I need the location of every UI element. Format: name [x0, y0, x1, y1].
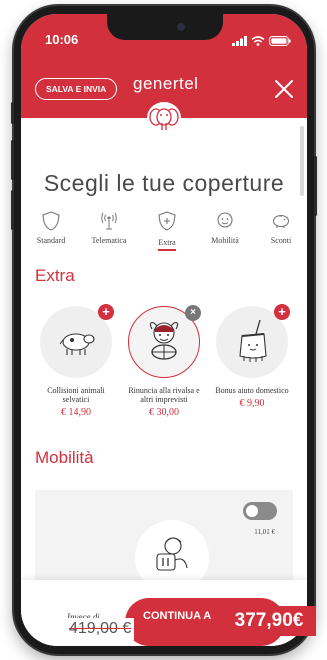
card-name: Rinuncia alla rivalsa e altri imprevisti: [128, 386, 200, 404]
card-price: € 14,90: [61, 407, 91, 418]
card-name: Bonus aiuto domestico: [215, 386, 289, 395]
card-image: ×: [128, 305, 201, 378]
wifi-icon: [251, 33, 265, 51]
antenna-icon: [98, 210, 120, 232]
add-badge[interactable]: +: [274, 304, 290, 320]
page-title: Scegli le tue coperture: [43, 170, 285, 196]
mute-switch: [11, 102, 14, 124]
app-screen: 10:06 SALVA E INVIA genertel Scegli le t…: [21, 14, 307, 646]
status-icons: [232, 33, 291, 51]
tab-standard[interactable]: Standard: [23, 210, 79, 245]
driver-icon: [144, 319, 184, 368]
card-name: Collisioni animali selvatici: [47, 386, 105, 404]
card-price: € 30,00: [149, 407, 179, 418]
extra-section-title: Extra: [35, 266, 75, 285]
camera-icon: [177, 23, 185, 31]
toggle-knob: [246, 505, 258, 517]
status-time: 10:06: [45, 32, 79, 47]
mobility-section-title: Mobilità: [35, 448, 94, 467]
card-price: € 9,90: [239, 398, 265, 409]
card-image: +: [40, 304, 114, 378]
card-image: +: [216, 304, 290, 378]
elephant-mascot-icon: [147, 102, 181, 134]
tab-label: Extra: [158, 238, 176, 251]
extra-card-collisioni[interactable]: + Collisioni animali selvatici € 14,90: [33, 304, 119, 418]
mobility-price: 11,01 €: [254, 528, 275, 536]
tab-telematica[interactable]: Telematica: [81, 210, 137, 245]
shield-plus-icon: [156, 210, 178, 232]
piggy-bank-icon: [270, 210, 292, 232]
volume-up-button: [11, 140, 14, 180]
tab-label: Telematica: [91, 236, 127, 245]
notch: [107, 14, 223, 40]
mobility-toggle[interactable]: [243, 502, 277, 520]
shield-icon: [40, 210, 62, 232]
tab-extra[interactable]: Extra: [139, 210, 195, 251]
extra-card-rinuncia-rivalsa[interactable]: × Rinuncia alla rivalsa e altri imprevis…: [121, 305, 207, 418]
tab-mobilita[interactable]: Mobilità: [197, 210, 253, 245]
new-price: 377,90€: [222, 606, 316, 636]
close-icon[interactable]: [271, 76, 297, 102]
extra-card-bonus-aiuto[interactable]: + Bonus aiuto domestico € 9,90: [209, 304, 295, 409]
tab-label: Sconti: [270, 236, 292, 245]
broom-icon: [234, 318, 272, 369]
person-card-icon: [153, 534, 191, 579]
signal-icon: [232, 33, 247, 51]
volume-down-button: [11, 190, 14, 230]
power-button: [314, 156, 317, 216]
remove-badge[interactable]: ×: [185, 305, 201, 321]
battery-icon: [269, 33, 291, 51]
tab-label: Mobilità: [211, 236, 239, 245]
add-badge[interactable]: +: [98, 304, 114, 320]
tab-label: Standard: [36, 236, 66, 245]
person-icon: [214, 210, 236, 232]
tab-sconti[interactable]: Sconti: [253, 210, 307, 245]
genertel-logo: genertel: [133, 74, 199, 93]
old-price: 419,00 €: [66, 618, 135, 640]
save-and-send-button[interactable]: SALVA E INVIA: [35, 78, 118, 100]
cow-icon: [58, 328, 96, 363]
